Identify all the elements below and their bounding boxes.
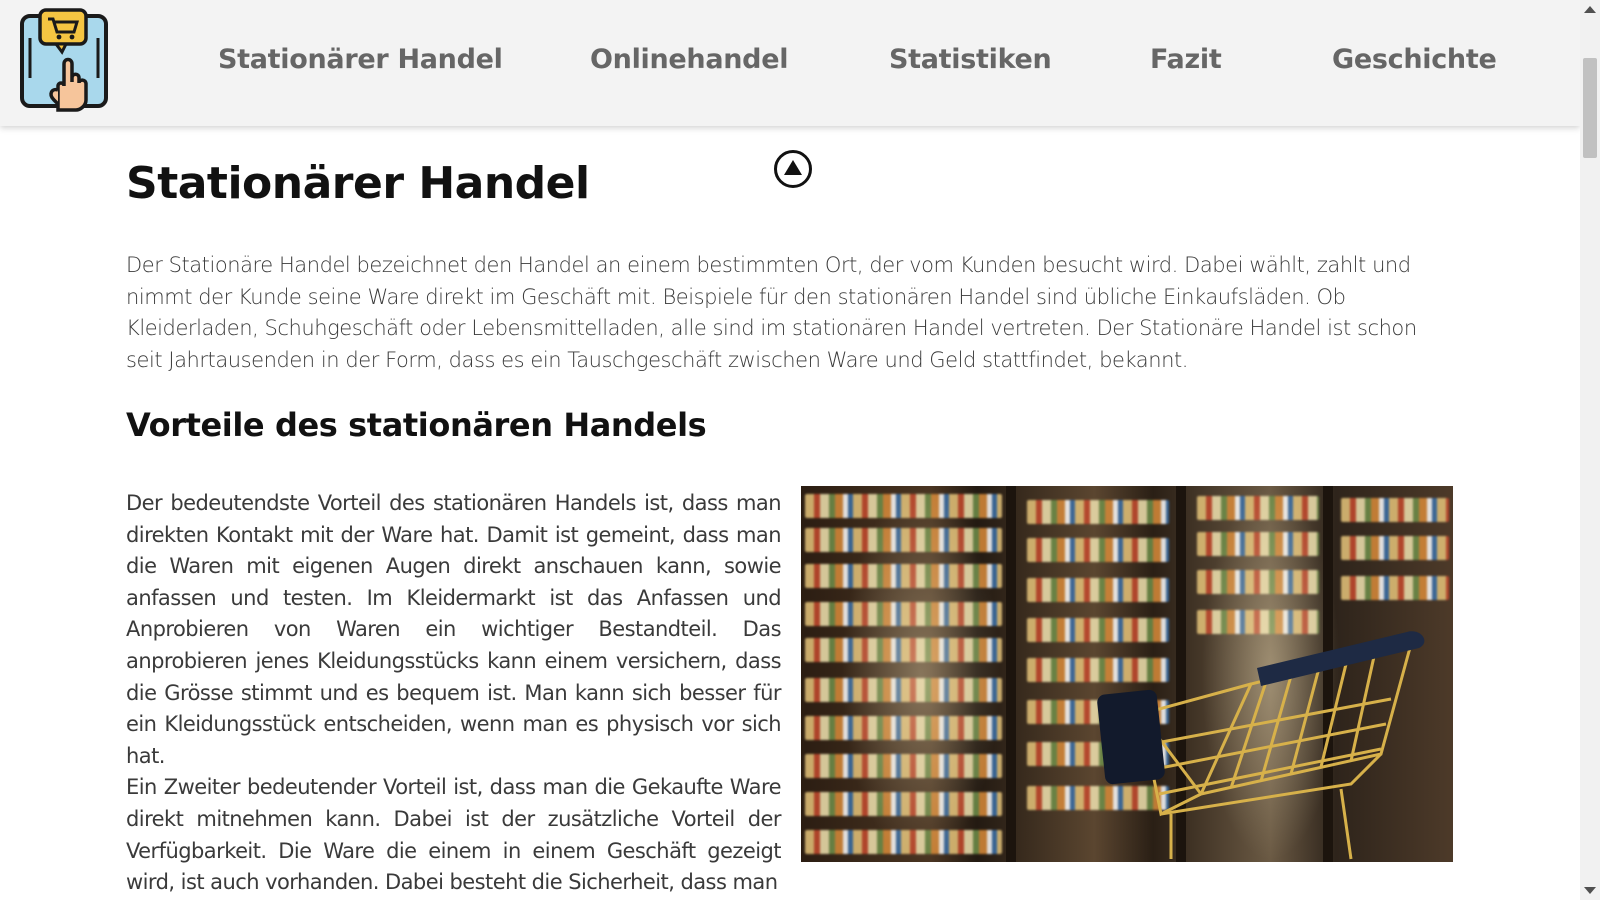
main-navigation: Stationärer Handel Onlinehandel Statisti… — [0, 0, 1580, 126]
nav-link-onlinehandel[interactable]: Onlinehandel — [590, 44, 788, 75]
nav-link-fazit[interactable]: Fazit — [1150, 44, 1222, 75]
supermarket-cart-image — [801, 486, 1453, 862]
top-navbar: Stationärer Handel Onlinehandel Statisti… — [0, 0, 1580, 126]
nav-link-stationaerer-handel[interactable]: Stationärer Handel — [218, 44, 503, 75]
intro-paragraph: Der Stationäre Handel bezeichnet den Han… — [126, 253, 1417, 372]
section-title-vorteile: Vorteile des stationären Handels — [126, 406, 707, 444]
advantages-paragraph-1: Der bedeutendste Vorteil des stationären… — [126, 491, 782, 768]
page-title: Stationärer Handel — [126, 158, 590, 209]
advantages-paragraph-2: Ein Zweiter bedeutender Vorteil ist, das… — [126, 775, 782, 895]
scroll-down-arrow-icon[interactable] — [1584, 887, 1596, 894]
vertical-scrollbar[interactable] — [1580, 0, 1600, 900]
nav-link-geschichte[interactable]: Geschichte — [1332, 44, 1497, 75]
back-to-top-icon[interactable] — [774, 150, 812, 188]
scrollbar-thumb[interactable] — [1583, 58, 1597, 158]
advantages-text: Der bedeutendste Vorteil des stationären… — [126, 488, 782, 899]
nav-link-statistiken[interactable]: Statistiken — [889, 44, 1052, 75]
scroll-up-arrow-icon[interactable] — [1584, 6, 1596, 13]
